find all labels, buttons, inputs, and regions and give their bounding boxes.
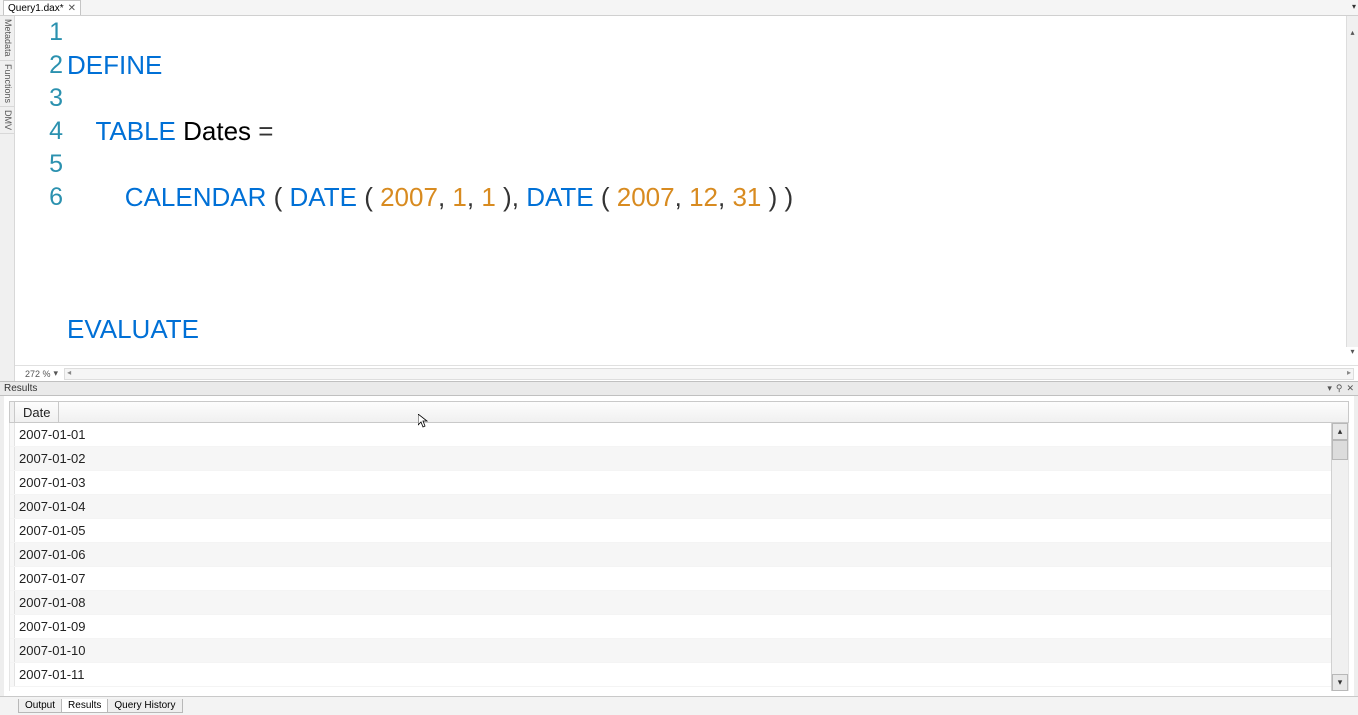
- tab-dropdown-icon[interactable]: ▾: [1352, 2, 1356, 11]
- table-row[interactable]: 2007-01-11: [10, 663, 1348, 687]
- table-row[interactable]: 2007-01-06: [10, 543, 1348, 567]
- code-editor[interactable]: 1 2 3 4 5 6 DEFINE TABLE Dates = CALENDA…: [15, 16, 1358, 365]
- panel-dropdown-icon[interactable]: ▾: [1327, 383, 1332, 394]
- table-row[interactable]: 2007-01-03: [10, 471, 1348, 495]
- table-row[interactable]: 2007-01-02: [10, 447, 1348, 471]
- editor-hscrollbar[interactable]: [64, 368, 1354, 380]
- tab-query-history[interactable]: Query History: [107, 699, 182, 713]
- line-gutter: 1 2 3 4 5 6: [15, 16, 67, 365]
- table-row[interactable]: 2007-01-01: [10, 423, 1348, 447]
- side-panel-tabs: Metadata Functions DMV: [0, 16, 15, 381]
- zoom-dropdown-icon[interactable]: ▾: [54, 368, 59, 379]
- file-tab[interactable]: Query1.dax* ✕: [3, 0, 81, 15]
- column-header-date[interactable]: Date: [15, 402, 59, 422]
- tab-output[interactable]: Output: [18, 699, 62, 713]
- table-row[interactable]: 2007-01-07: [10, 567, 1348, 591]
- close-icon[interactable]: ✕: [68, 3, 76, 14]
- scroll-thumb[interactable]: [1332, 440, 1348, 460]
- side-tab-metadata[interactable]: Metadata: [0, 16, 14, 61]
- pin-icon[interactable]: ⚲: [1336, 383, 1343, 394]
- results-title: Results: [4, 383, 37, 394]
- side-tab-dmv[interactable]: DMV: [0, 107, 14, 134]
- code-content[interactable]: DEFINE TABLE Dates = CALENDAR ( DATE ( 2…: [67, 16, 1358, 365]
- file-tab-bar: Query1.dax* ✕ ▾: [0, 0, 1358, 16]
- table-row[interactable]: 2007-01-08: [10, 591, 1348, 615]
- results-grid-header[interactable]: Date: [9, 401, 1349, 423]
- results-panel: Date 2007-01-01 2007-01-02 2007-01-03 20…: [0, 396, 1358, 696]
- scroll-up-button[interactable]: ▴: [1332, 423, 1348, 440]
- results-panel-header: Results ▾ ⚲ ✕: [0, 381, 1358, 396]
- zoom-level[interactable]: 272 %▾: [25, 368, 58, 379]
- file-tab-label: Query1.dax*: [8, 3, 64, 14]
- table-row[interactable]: 2007-01-09: [10, 615, 1348, 639]
- scroll-up-icon[interactable]: ▴: [1347, 16, 1358, 28]
- scroll-down-button[interactable]: ▾: [1332, 674, 1348, 691]
- table-row[interactable]: 2007-01-04: [10, 495, 1348, 519]
- results-grid-rows: 2007-01-01 2007-01-02 2007-01-03 2007-01…: [9, 423, 1349, 691]
- scroll-down-icon[interactable]: ▾: [1347, 335, 1358, 347]
- editor-statusbar: 272 %▾: [15, 365, 1358, 381]
- panel-close-icon[interactable]: ✕: [1346, 383, 1354, 394]
- results-vscrollbar[interactable]: ▴ ▾: [1331, 423, 1348, 691]
- bottom-tab-bar: Output Results Query History: [0, 696, 1358, 715]
- tab-results[interactable]: Results: [61, 699, 108, 713]
- editor-vscrollbar[interactable]: ▴ ▾: [1346, 16, 1358, 347]
- side-tab-functions[interactable]: Functions: [0, 61, 14, 107]
- table-row[interactable]: 2007-01-10: [10, 639, 1348, 663]
- table-row[interactable]: 2007-01-05: [10, 519, 1348, 543]
